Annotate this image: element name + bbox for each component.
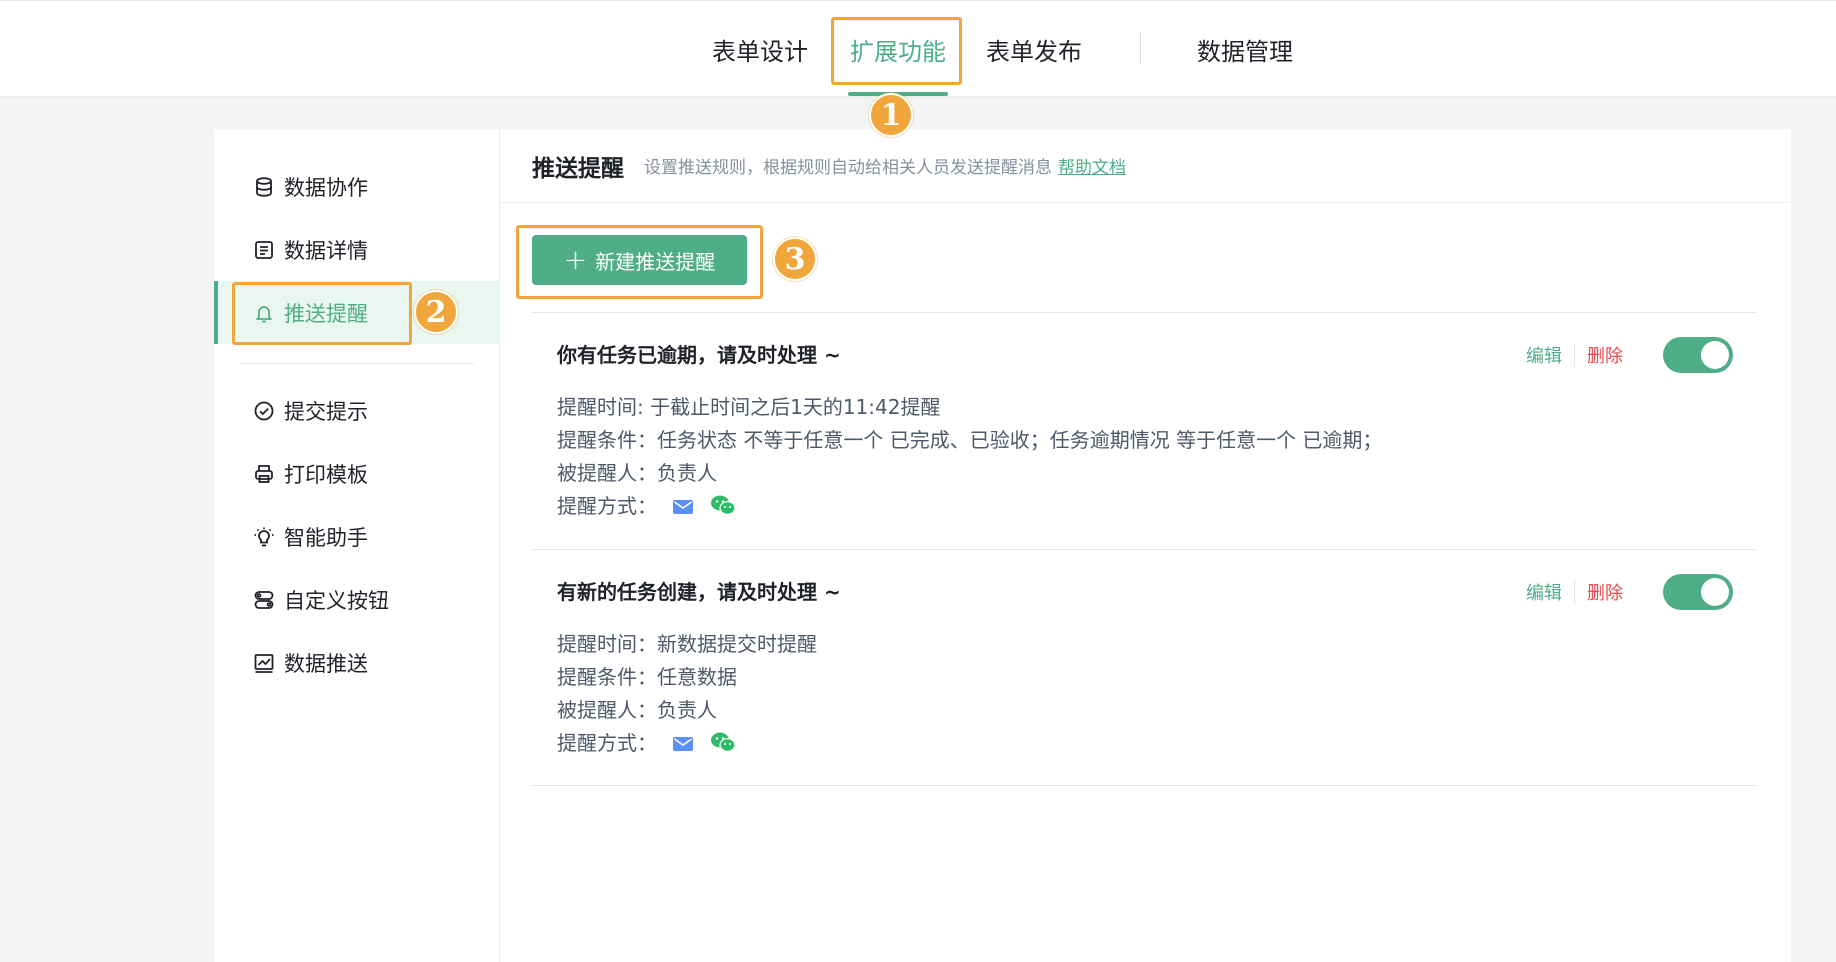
top-nav: 表单设计 扩展功能 表单发布 数据管理 — [0, 0, 1836, 96]
rule-title: 你有任务已逾期，请及时处理 ~ — [557, 343, 841, 367]
reminder-rule-card: 你有任务已逾期，请及时处理 ~ 编辑 删除 提醒时间: 于截止时间之后1天的11… — [532, 312, 1757, 549]
action-divider — [1574, 343, 1575, 367]
condition-value: 任务状态 不等于任意一个 已完成、已验收；任务逾期情况 等于任意一个 已逾期； — [657, 428, 1383, 452]
help-doc-link[interactable]: 帮助文档 — [1058, 153, 1126, 178]
plus-icon: + — [563, 243, 588, 276]
rule-title: 有新的任务创建，请及时处理 ~ — [557, 580, 841, 604]
tab-extensions[interactable]: 扩展功能 — [840, 1, 956, 97]
delete-button[interactable]: 删除 — [1587, 342, 1623, 368]
page-description: 设置推送规则，根据规则自动给相关人员发送提醒消息 — [644, 158, 1052, 178]
sidebar-item-label: 数据协作 — [284, 175, 368, 200]
page-title: 推送提醒 — [532, 155, 624, 182]
annotation-badge-2: 2 — [414, 290, 458, 334]
tab-form-design[interactable]: 表单设计 — [700, 1, 820, 97]
rule-condition: 提醒条件：任意数据 — [557, 661, 737, 690]
condition-value: 任意数据 — [657, 665, 737, 689]
sidebar-item-submit-tip[interactable]: 提交提示 — [214, 379, 500, 442]
new-push-reminder-label: 新建推送提醒 — [595, 249, 716, 274]
mail-icon — [673, 733, 694, 757]
rule-recipient: 被提醒人：负责人 — [557, 457, 717, 486]
sidebar-item-label: 自定义按钮 — [284, 588, 389, 613]
method-label: 提醒方式： — [557, 731, 657, 755]
method-label: 提醒方式： — [557, 494, 657, 518]
rule-method: 提醒方式： — [557, 727, 736, 758]
rule-actions: 编辑 删除 — [1526, 574, 1733, 610]
tab-divider — [1140, 33, 1141, 65]
sidebar-item-label: 数据详情 — [284, 238, 368, 263]
mail-icon — [673, 496, 694, 520]
time-label: 提醒时间: — [557, 395, 651, 419]
rule-enable-toggle[interactable] — [1663, 337, 1733, 373]
sidebar: 数据协作 数据详情 推送提醒 提交提示 打印模板 智能助手 自定义按钮 数据推送 — [214, 129, 500, 962]
database-icon — [252, 175, 276, 199]
time-value: 新数据提交时提醒 — [657, 632, 817, 656]
bell-icon — [252, 301, 276, 325]
wechat-icon — [710, 494, 736, 521]
recipient-value: 负责人 — [657, 698, 717, 722]
wechat-icon — [710, 731, 736, 758]
tab-data-management[interactable]: 数据管理 — [1183, 1, 1307, 97]
edit-button[interactable]: 编辑 — [1526, 579, 1562, 605]
time-value: 于截止时间之后1天的11:42提醒 — [650, 395, 941, 419]
sidebar-item-label: 智能助手 — [284, 525, 368, 550]
time-label: 提醒时间： — [557, 632, 657, 656]
sidebar-item-custom-button[interactable]: 自定义按钮 — [214, 568, 500, 631]
toggle-knob — [1701, 578, 1729, 606]
sidebar-item-label: 推送提醒 — [284, 301, 368, 326]
rule-time: 提醒时间：新数据提交时提醒 — [557, 628, 817, 657]
sidebar-item-smart-assistant[interactable]: 智能助手 — [214, 505, 500, 568]
rule-condition: 提醒条件：任务状态 不等于任意一个 已完成、已验收；任务逾期情况 等于任意一个 … — [557, 424, 1382, 453]
sidebar-item-print-template[interactable]: 打印模板 — [214, 442, 500, 505]
panel-header: 推送提醒 设置推送规则，根据规则自动给相关人员发送提醒消息 帮助文档 — [500, 129, 1791, 203]
condition-label: 提醒条件： — [557, 665, 657, 689]
recipient-label: 被提醒人： — [557, 461, 657, 485]
main-panel: 推送提醒 设置推送规则，根据规则自动给相关人员发送提醒消息 帮助文档 + 新建推… — [500, 129, 1791, 962]
toggle-buttons-icon — [252, 588, 276, 612]
sidebar-item-label: 打印模板 — [284, 462, 368, 487]
recipient-value: 负责人 — [657, 461, 717, 485]
sidebar-divider — [240, 363, 474, 364]
recipient-label: 被提醒人： — [557, 698, 657, 722]
rule-time: 提醒时间: 于截止时间之后1天的11:42提醒 — [557, 391, 940, 420]
rule-method: 提醒方式： — [557, 490, 736, 521]
rule-recipient: 被提醒人：负责人 — [557, 694, 717, 723]
rule-enable-toggle[interactable] — [1663, 574, 1733, 610]
new-push-reminder-button[interactable]: + 新建推送提醒 — [532, 235, 747, 285]
check-circle-icon — [252, 399, 276, 423]
sidebar-item-data-details[interactable]: 数据详情 — [214, 218, 500, 281]
annotation-badge-1: 1 — [869, 93, 913, 137]
sidebar-item-label: 数据推送 — [284, 651, 368, 676]
rule-actions: 编辑 删除 — [1526, 337, 1733, 373]
delete-button[interactable]: 删除 — [1587, 579, 1623, 605]
toggle-knob — [1701, 341, 1729, 369]
reminder-rule-card: 有新的任务创建，请及时处理 ~ 编辑 删除 提醒时间：新数据提交时提醒 提醒条件… — [532, 549, 1757, 786]
tab-form-publish[interactable]: 表单发布 — [974, 1, 1094, 97]
chart-line-icon — [252, 651, 276, 675]
sidebar-item-data-collaboration[interactable]: 数据协作 — [214, 155, 500, 218]
condition-label: 提醒条件： — [557, 428, 657, 452]
lightbulb-icon — [252, 525, 276, 549]
sidebar-item-label: 提交提示 — [284, 399, 368, 424]
printer-icon — [252, 462, 276, 486]
edit-button[interactable]: 编辑 — [1526, 342, 1562, 368]
document-icon — [252, 238, 276, 262]
annotation-badge-3: 3 — [773, 237, 817, 281]
action-divider — [1574, 580, 1575, 604]
sidebar-item-data-push[interactable]: 数据推送 — [214, 631, 500, 694]
